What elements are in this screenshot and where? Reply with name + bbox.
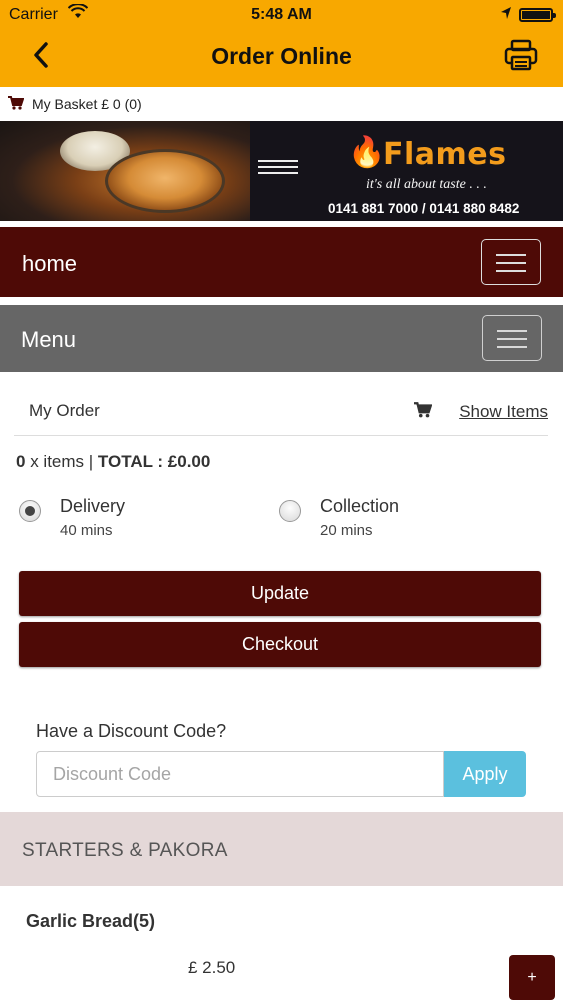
my-order-title: My Order	[29, 401, 100, 420]
cart-icon	[414, 402, 432, 418]
home-nav-bar: home	[0, 227, 563, 297]
collection-label: Collection	[320, 496, 400, 516]
apply-discount-button[interactable]: Apply	[444, 751, 526, 797]
delivery-time: 40 mins	[60, 522, 113, 539]
banner-menu-icon[interactable]	[258, 160, 298, 178]
delivery-label: Delivery	[60, 496, 126, 516]
items-label: x items |	[25, 452, 98, 471]
cart-icon	[8, 96, 24, 110]
home-link[interactable]: home	[22, 251, 77, 277]
phone-numbers: 0141 881 7000 / 0141 880 8482	[328, 201, 520, 216]
status-bar: Carrier 5:48 AM	[0, 0, 563, 30]
discount-code-input[interactable]	[36, 751, 444, 797]
brand-tagline: it's all about taste . . .	[366, 177, 487, 192]
location-arrow-icon	[501, 7, 511, 19]
update-button[interactable]: Update	[19, 571, 541, 616]
basket-summary[interactable]: My Basket £ 0 (0)	[0, 87, 563, 121]
category-header[interactable]: STARTERS & PAKORA	[0, 812, 563, 886]
app-header: Carrier 5:48 AM Order Online	[0, 0, 563, 87]
menu-nav-bar: Menu	[0, 305, 563, 372]
collection-radio[interactable]	[279, 500, 301, 522]
curry-dish-image	[105, 149, 225, 213]
delivery-radio[interactable]	[19, 500, 41, 522]
menu-item-name: Garlic Bread(5)	[26, 911, 156, 931]
flame-icon: 🔥	[348, 136, 386, 169]
brand-logo: 🔥 Flames	[348, 131, 548, 181]
order-total: TOTAL : £0.00	[97, 452, 211, 471]
checkout-button[interactable]: Checkout	[19, 622, 541, 667]
collection-time: 20 mins	[320, 522, 373, 539]
menu-toggle-icon[interactable]	[482, 315, 542, 361]
menu-item-price: £ 2.50	[188, 958, 236, 977]
basket-label: My Basket £ 0 (0)	[32, 96, 142, 112]
show-items-link[interactable]: Show Items	[459, 402, 548, 422]
category-label: STARTERS & PAKORA	[22, 840, 228, 861]
printer-icon[interactable]	[503, 38, 539, 72]
battery-icon	[519, 8, 556, 22]
brand-name: Flames	[383, 137, 507, 172]
order-totals: 0 x items | TOTAL : £0.00	[16, 452, 210, 472]
status-time: 5:48 AM	[251, 6, 312, 23]
page-title: Order Online	[211, 43, 352, 69]
my-order-header: My Order Show Items	[14, 390, 548, 436]
home-menu-toggle-icon[interactable]	[481, 239, 541, 285]
discount-label: Have a Discount Code?	[36, 721, 227, 741]
add-item-button[interactable]: +	[509, 955, 555, 1000]
restaurant-banner: 🔥 Flames it's all about taste . . . 0141…	[0, 121, 563, 221]
menu-label[interactable]: Menu	[21, 327, 76, 353]
